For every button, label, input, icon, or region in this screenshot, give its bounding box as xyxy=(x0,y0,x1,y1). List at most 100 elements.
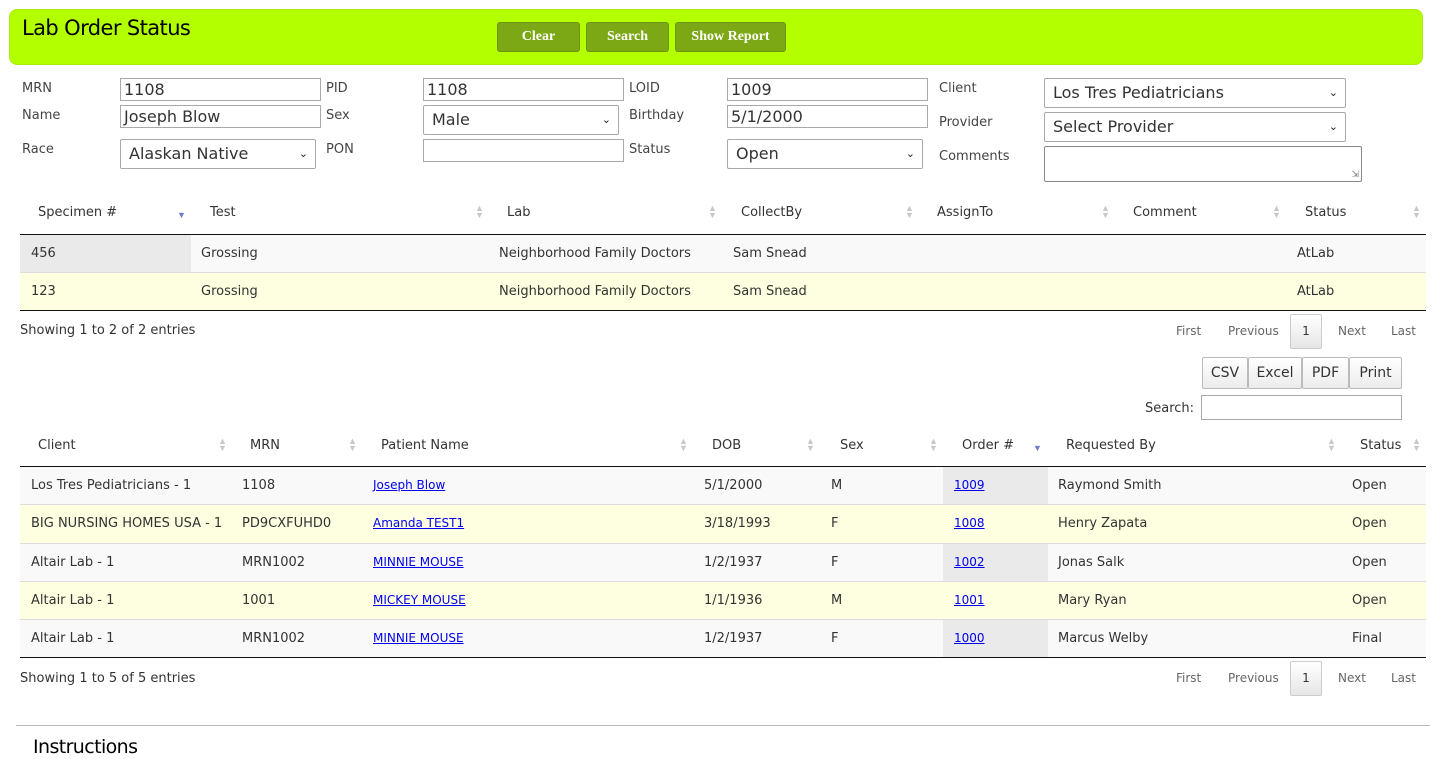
col-status[interactable]: Status xyxy=(1305,205,1346,220)
sex-select-value: Male xyxy=(432,110,470,129)
loid-field[interactable]: 1009 xyxy=(727,78,928,101)
pager-current-page[interactable]: 1 xyxy=(1290,314,1322,349)
pager-last[interactable]: Last xyxy=(1391,671,1416,685)
excel-button[interactable]: Excel xyxy=(1248,357,1302,389)
order-number-link[interactable]: 1002 xyxy=(954,555,985,569)
specimens-info: Showing 1 to 2 of 2 entries xyxy=(20,323,196,338)
client-select-value: Los Tres Pediatricians xyxy=(1053,83,1224,102)
col-assignto[interactable]: AssignTo xyxy=(937,205,993,220)
table-search-input[interactable] xyxy=(1201,395,1402,420)
table-row[interactable]: 456 Grossing Neighborhood Family Doctors… xyxy=(20,235,1426,273)
pager-current-page[interactable]: 1 xyxy=(1290,661,1322,696)
requested-by-cell: Henry Zapata xyxy=(1058,516,1148,531)
collectby-cell: Sam Snead xyxy=(733,284,807,299)
sex-select[interactable]: Male ⌄ xyxy=(423,105,619,135)
pager-first[interactable]: First xyxy=(1176,324,1201,338)
col-client[interactable]: Client xyxy=(38,438,76,453)
col-order-number[interactable]: Order # xyxy=(962,438,1014,453)
status-label: Status xyxy=(629,142,671,157)
chevron-down-icon: ⌄ xyxy=(298,147,308,160)
client-cell: Altair Lab - 1 xyxy=(31,631,115,646)
patient-name-link[interactable]: Joseph Blow xyxy=(373,478,445,492)
patient-name-link[interactable]: MICKEY MOUSE xyxy=(373,593,466,607)
col-sex[interactable]: Sex xyxy=(840,438,864,453)
sort-icon: ▲ ▼ xyxy=(929,436,938,453)
order-number-link[interactable]: 1008 xyxy=(954,516,985,530)
birthday-field[interactable]: 5/1/2000 xyxy=(727,105,928,128)
status-cell: Open xyxy=(1352,555,1387,570)
pager-first[interactable]: First xyxy=(1176,671,1201,685)
resize-handle-icon[interactable]: ⇲ xyxy=(1351,169,1359,180)
table-row[interactable]: Los Tres Pediatricians - 1 1108 Joseph B… xyxy=(20,467,1426,505)
search-button[interactable]: Search xyxy=(586,22,669,52)
order-number-link[interactable]: 1000 xyxy=(954,631,985,645)
pager-last[interactable]: Last xyxy=(1391,324,1416,338)
specimen-cell: 456 xyxy=(31,246,56,261)
mrn-cell: 1108 xyxy=(242,478,276,493)
col-dob[interactable]: DOB xyxy=(712,438,741,453)
race-select[interactable]: Alaskan Native ⌄ xyxy=(120,139,316,169)
order-number-link[interactable]: 1009 xyxy=(954,478,985,492)
col-comment[interactable]: Comment xyxy=(1133,205,1197,220)
comments-textarea[interactable]: ⇲ xyxy=(1044,146,1362,182)
csv-button[interactable]: CSV xyxy=(1202,357,1248,389)
col-lab[interactable]: Lab xyxy=(507,205,530,220)
clear-button[interactable]: Clear xyxy=(497,22,580,52)
patient-name-link[interactable]: MINNIE MOUSE xyxy=(373,631,464,645)
test-cell: Grossing xyxy=(201,284,258,299)
order-number-link[interactable]: 1001 xyxy=(954,593,985,607)
race-select-value: Alaskan Native xyxy=(129,144,249,163)
pager-next[interactable]: Next xyxy=(1338,324,1366,338)
pon-field[interactable] xyxy=(423,139,624,162)
client-cell: Los Tres Pediatricians - 1 xyxy=(31,478,192,493)
print-button[interactable]: Print xyxy=(1349,357,1402,389)
col-specimen[interactable]: Specimen # xyxy=(38,205,117,220)
table-row[interactable]: 123 Grossing Neighborhood Family Doctors… xyxy=(20,273,1426,311)
col-requested-by[interactable]: Requested By xyxy=(1066,438,1156,453)
patient-name-link[interactable]: Amanda TEST1 xyxy=(373,516,464,530)
sort-icon: ▲ ▼ xyxy=(475,203,484,220)
mrn-label: MRN xyxy=(22,81,52,96)
table-row[interactable]: BIG NURSING HOMES USA - 1 PD9CXFUHD0 Ama… xyxy=(20,505,1426,544)
pon-label: PON xyxy=(326,142,354,157)
test-cell: Grossing xyxy=(201,246,258,261)
mrn-field[interactable]: 1108 xyxy=(120,78,321,101)
status-cell: Open xyxy=(1352,516,1387,531)
col-patient-name[interactable]: Patient Name xyxy=(381,438,469,453)
pid-field[interactable]: 1108 xyxy=(423,78,624,101)
table-row[interactable]: Altair Lab - 1 1001 MICKEY MOUSE 1/1/193… xyxy=(20,582,1426,620)
col-test[interactable]: Test xyxy=(210,205,236,220)
mrn-cell: MRN1002 xyxy=(242,555,306,570)
mrn-cell: PD9CXFUHD0 xyxy=(242,516,332,531)
chevron-down-icon: ⌄ xyxy=(905,147,915,160)
orders-info: Showing 1 to 5 of 5 entries xyxy=(20,671,196,686)
status-select[interactable]: Open ⌄ xyxy=(727,139,923,169)
pager-previous[interactable]: Previous xyxy=(1228,671,1279,685)
table-row[interactable]: Altair Lab - 1 MRN1002 MINNIE MOUSE 1/2/… xyxy=(20,620,1426,658)
col-collectby[interactable]: CollectBy xyxy=(741,205,802,220)
sort-icon: ▲ ▼ xyxy=(905,203,914,220)
patient-name-link[interactable]: MINNIE MOUSE xyxy=(373,555,464,569)
chevron-down-icon: ⌄ xyxy=(601,113,611,126)
name-field[interactable]: Joseph Blow xyxy=(120,105,321,128)
provider-select[interactable]: Select Provider ⌄ xyxy=(1044,112,1346,142)
client-cell: Altair Lab - 1 xyxy=(31,593,115,608)
table-row[interactable]: Altair Lab - 1 MRN1002 MINNIE MOUSE 1/2/… xyxy=(20,544,1426,582)
sort-icon: ▲ ▼ xyxy=(1272,203,1281,220)
sex-cell: F xyxy=(831,631,839,646)
chevron-down-icon: ⌄ xyxy=(1328,86,1338,99)
status-cell: Final xyxy=(1352,631,1382,646)
sort-icon: ▲ ▼ xyxy=(1412,436,1421,453)
collectby-cell: Sam Snead xyxy=(733,246,807,261)
col-mrn[interactable]: MRN xyxy=(250,438,280,453)
pdf-button[interactable]: PDF xyxy=(1302,357,1349,389)
show-report-button[interactable]: Show Report xyxy=(675,22,786,52)
name-label: Name xyxy=(22,108,61,123)
sort-icon: ▲ ▼ xyxy=(679,436,688,453)
col-order-status[interactable]: Status xyxy=(1360,438,1401,453)
pager-previous[interactable]: Previous xyxy=(1228,324,1279,338)
dob-cell: 3/18/1993 xyxy=(704,516,771,531)
pager-next[interactable]: Next xyxy=(1338,671,1366,685)
search-label: Search: xyxy=(1145,401,1195,416)
client-select[interactable]: Los Tres Pediatricians ⌄ xyxy=(1044,78,1346,108)
